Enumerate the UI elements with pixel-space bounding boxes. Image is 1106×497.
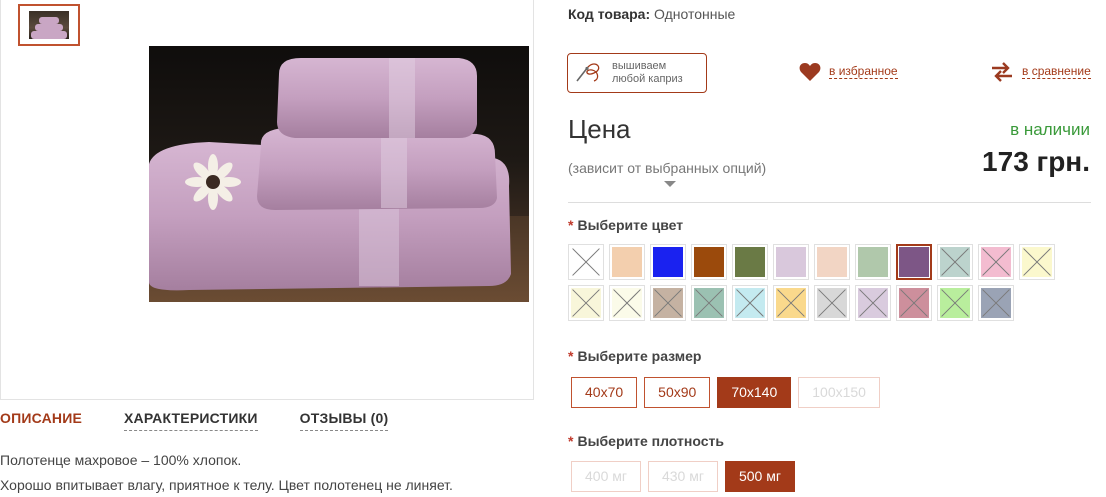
product-price: 173 грн. — [982, 146, 1090, 177]
color-swatch[interactable] — [855, 244, 891, 280]
color-swatch[interactable] — [1019, 244, 1055, 280]
color-swatch[interactable] — [732, 244, 768, 280]
unavailable-cross-icon — [940, 288, 970, 318]
color-fill — [776, 247, 806, 277]
color-swatch[interactable] — [691, 285, 727, 321]
needle-thread-icon — [576, 63, 600, 82]
density-options: 400 мг 430 мг 500 мг — [571, 461, 795, 492]
embroidery-button[interactable]: вышиваем любой каприз — [567, 53, 707, 93]
unavailable-cross-icon — [899, 288, 929, 318]
color-swatch[interactable] — [650, 285, 686, 321]
color-swatch[interactable] — [978, 244, 1014, 280]
color-swatch[interactable] — [609, 285, 645, 321]
size-option-70x140[interactable]: 70x140 — [717, 377, 792, 408]
favorites-label: в избранное — [829, 64, 898, 79]
color-swatch[interactable] — [937, 244, 973, 280]
divider — [568, 202, 1091, 203]
unavailable-cross-icon — [612, 288, 642, 318]
color-swatch[interactable] — [937, 285, 973, 321]
gallery-thumbnail[interactable] — [18, 4, 80, 46]
product-tabs: ОПИСАНИЕ ХАРАКТЕРИСТИКИ ОТЗЫВЫ (0) — [0, 410, 389, 431]
compare-arrows-icon — [992, 62, 1012, 82]
color-fill — [653, 247, 683, 277]
size-option-title: * Выберите размер — [568, 348, 701, 364]
unavailable-cross-icon — [858, 288, 888, 318]
unavailable-cross-icon — [571, 288, 601, 318]
product-description: Полотенце махровое – 100% хлопок. Хорошо… — [0, 448, 453, 497]
color-swatch[interactable] — [896, 285, 932, 321]
sku-value: Однотонные — [654, 6, 736, 22]
size-option-label: Выберите размер — [577, 348, 702, 364]
unavailable-cross-icon — [694, 288, 724, 318]
tab-characteristics[interactable]: ХАРАКТЕРИСТИКИ — [124, 410, 258, 431]
color-swatch[interactable] — [773, 285, 809, 321]
tab-reviews[interactable]: ОТЗЫВЫ (0) — [299, 410, 389, 431]
color-swatch[interactable] — [773, 244, 809, 280]
unavailable-cross-icon — [776, 288, 806, 318]
tab-description[interactable]: ОПИСАНИЕ — [0, 410, 82, 431]
density-option-400[interactable]: 400 мг — [571, 461, 641, 492]
color-swatch[interactable] — [609, 244, 645, 280]
density-option-500[interactable]: 500 мг — [724, 461, 795, 492]
density-option-label: Выберите плотность — [577, 433, 724, 449]
density-option-title: * Выберите плотность — [568, 433, 724, 449]
size-option-40x70[interactable]: 40x70 — [571, 377, 638, 408]
required-mark: * — [568, 217, 574, 233]
size-option-100x150[interactable]: 100x150 — [798, 377, 880, 408]
color-swatches — [568, 244, 1068, 321]
color-fill — [612, 247, 642, 277]
color-option-label: Выберите цвет — [577, 217, 684, 233]
add-to-compare[interactable]: в сравнение — [990, 62, 1091, 82]
unavailable-cross-icon — [981, 247, 1011, 277]
embroidery-label: вышиваем любой каприз — [612, 60, 683, 85]
color-fill — [817, 247, 847, 277]
color-swatch[interactable] — [650, 244, 686, 280]
color-fill — [899, 247, 929, 277]
unavailable-cross-icon — [981, 288, 1011, 318]
color-swatch[interactable] — [732, 285, 768, 321]
color-swatch[interactable] — [814, 244, 850, 280]
main-product-image[interactable] — [149, 46, 529, 302]
unavailable-cross-icon — [1022, 247, 1052, 277]
color-swatch[interactable] — [691, 244, 727, 280]
color-fill — [735, 247, 765, 277]
color-fill — [858, 247, 888, 277]
price-title: Цена — [568, 114, 631, 144]
heart-icon — [799, 63, 821, 81]
unavailable-cross-icon — [735, 288, 765, 318]
size-options: 40x70 50x90 70x140 100x150 — [571, 377, 880, 408]
color-swatch[interactable] — [568, 285, 604, 321]
size-option-50x90[interactable]: 50x90 — [644, 377, 711, 408]
required-mark: * — [568, 433, 574, 449]
color-option-title: * Выберите цвет — [568, 217, 683, 233]
unavailable-cross-icon — [940, 247, 970, 277]
color-fill — [694, 247, 724, 277]
unavailable-cross-icon — [817, 288, 847, 318]
description-line: Хорошо впитывает влагу, приятное к телу.… — [0, 477, 453, 493]
stock-status: в наличии — [1010, 120, 1090, 139]
add-to-favorites[interactable]: в избранное — [799, 62, 898, 82]
sku-label: Код товара: — [568, 6, 651, 22]
required-mark: * — [568, 348, 574, 364]
color-swatch[interactable] — [814, 285, 850, 321]
color-swatch[interactable] — [568, 244, 604, 280]
description-line: Полотенце махровое – 100% хлопок. — [0, 452, 242, 468]
unavailable-cross-icon — [653, 288, 683, 318]
compare-label: в сравнение — [1022, 64, 1091, 79]
product-gallery — [0, 0, 534, 400]
price-note: (зависит от выбранных опций) — [568, 160, 767, 176]
unavailable-cross-icon — [571, 247, 601, 277]
color-swatch[interactable] — [855, 285, 891, 321]
color-swatch[interactable] — [978, 285, 1014, 321]
product-sku: Код товара: Однотонные — [568, 6, 735, 22]
chevron-down-icon[interactable] — [664, 181, 676, 187]
thumbnail-image — [29, 11, 69, 39]
color-swatch[interactable] — [896, 244, 932, 280]
density-option-430[interactable]: 430 мг — [647, 461, 718, 492]
